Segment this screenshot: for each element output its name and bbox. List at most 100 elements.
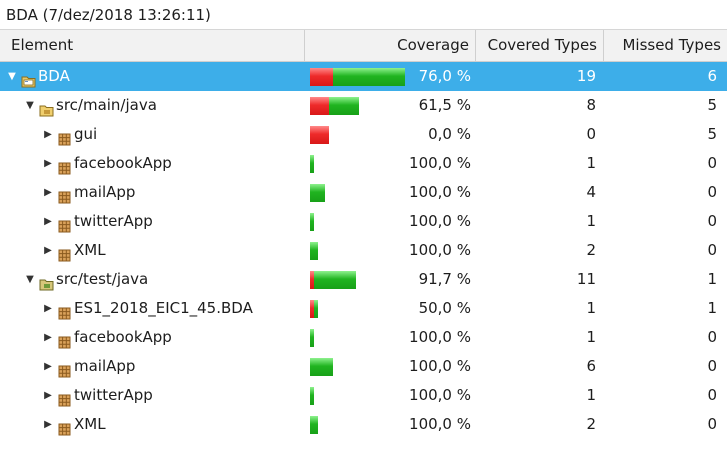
column-header-coverage[interactable]: Coverage [305,30,476,61]
expand-arrow-down-icon[interactable]: ▼ [7,62,17,91]
coverage-cell: 100,0 % [305,323,476,352]
package-icon [57,359,72,378]
coverage-bar [310,184,325,202]
table-row[interactable]: ▶ mailApp 100,0 % 6 0 [0,352,727,381]
expand-arrow-right-icon[interactable]: ▶ [43,120,53,149]
coverage-cell: 61,5 % [305,91,476,120]
coverage-bar [310,358,333,376]
covered-bar-segment [310,155,314,173]
element-cell: ▼ src/main/java [0,91,305,120]
covered-bar-segment [314,271,356,289]
covered-bar-segment [310,387,314,405]
package-icon [57,243,72,262]
table-row[interactable]: ▶ twitterApp 100,0 % 1 0 [0,207,727,236]
covered-types-cell: 1 [586,299,596,317]
table-row[interactable]: ▶ twitterApp 100,0 % 1 0 [0,381,727,410]
element-cell: ▶ mailApp [0,178,305,207]
package-icon [57,185,72,204]
covered-types-cell: 1 [586,386,596,404]
covered-bar-segment [333,68,405,86]
element-cell: ▶ mailApp [0,352,305,381]
coverage-percent: 100,0 % [409,386,471,404]
covered-bar-segment [314,300,318,318]
expand-arrow-right-icon[interactable]: ▶ [43,352,53,381]
missed-types-cell: 0 [707,357,717,375]
expand-arrow-right-icon[interactable]: ▶ [43,149,53,178]
expand-arrow-down-icon[interactable]: ▼ [25,91,35,120]
expand-arrow-right-icon[interactable]: ▶ [43,323,53,352]
coverage-bar [310,126,329,144]
covered-types-cell: 19 [576,67,596,85]
column-header-missed-types[interactable]: Missed Types [604,30,727,61]
coverage-percent: 100,0 % [409,357,471,375]
expand-arrow-right-icon[interactable]: ▶ [43,381,53,410]
element-name: mailApp [74,357,136,375]
coverage-percent: 100,0 % [409,212,471,230]
missed-types-cell: 5 [707,125,717,143]
coverage-cell: 100,0 % [305,236,476,265]
coverage-percent: 76,0 % [418,67,471,85]
coverage-bar [310,242,318,260]
source-folder-icon [39,98,54,117]
coverage-percent: 91,7 % [418,270,471,288]
missed-types-cell: 0 [707,183,717,201]
coverage-cell: 100,0 % [305,410,476,439]
element-cell: ▶ twitterApp [0,381,305,410]
covered-bar-segment [329,97,359,115]
missed-types-cell: 1 [707,270,717,288]
element-name: twitterApp [74,212,153,230]
coverage-cell: 76,0 % [305,62,476,91]
table-header: Element Coverage Covered Types Missed Ty… [0,30,727,62]
coverage-percent: 100,0 % [409,328,471,346]
coverage-cell: 100,0 % [305,149,476,178]
missed-bar-segment [310,126,329,144]
table-row[interactable]: ▶ mailApp 100,0 % 4 0 [0,178,727,207]
coverage-bar [310,155,314,173]
expand-arrow-right-icon[interactable]: ▶ [43,236,53,265]
coverage-bar [310,387,314,405]
coverage-percent: 61,5 % [418,96,471,114]
covered-bar-segment [310,358,333,376]
element-name: twitterApp [74,386,153,404]
column-header-covered-types[interactable]: Covered Types [476,30,604,61]
expand-arrow-right-icon[interactable]: ▶ [43,410,53,439]
element-cell: ▶ gui [0,120,305,149]
column-header-element[interactable]: Element [0,30,305,61]
coverage-percent: 100,0 % [409,241,471,259]
element-cell: ▶ facebookApp [0,323,305,352]
missed-types-cell: 0 [707,386,717,404]
coverage-bar [310,416,318,434]
coverage-bar [310,213,314,231]
table-row[interactable]: ▶ ES1_2018_EIC1_45.BDA 50,0 % 1 1 [0,294,727,323]
table-row[interactable]: ▶ facebookApp 100,0 % 1 0 [0,323,727,352]
covered-types-cell: 2 [586,241,596,259]
test-source-folder-icon [39,272,54,291]
coverage-bar [310,68,405,86]
table-row[interactable]: ▶ XML 100,0 % 2 0 [0,236,727,265]
missed-bar-segment [310,68,333,86]
table-row[interactable]: ▶ XML 100,0 % 2 0 [0,410,727,439]
table-row[interactable]: ▼ src/test/java 91,7 % 11 1 [0,265,727,294]
coverage-bar [310,329,314,347]
table-row[interactable]: ▼ src/main/java 61,5 % 8 5 [0,91,727,120]
element-cell: ▶ ES1_2018_EIC1_45.BDA [0,294,305,323]
element-name: gui [74,125,98,143]
table-row[interactable]: ▶ gui 0,0 % 0 5 [0,120,727,149]
missed-types-cell: 1 [707,299,717,317]
element-cell: ▶ XML [0,410,305,439]
coverage-tree-table[interactable]: Element Coverage Covered Types Missed Ty… [0,30,727,439]
expand-arrow-down-icon[interactable]: ▼ [25,265,35,294]
covered-bar-segment [310,242,318,260]
coverage-cell: 100,0 % [305,381,476,410]
table-row[interactable]: ▼ BDA 76,0 % 19 6 [0,62,727,91]
expand-arrow-right-icon[interactable]: ▶ [43,294,53,323]
coverage-percent: 100,0 % [409,415,471,433]
missed-types-cell: 0 [707,154,717,172]
expand-arrow-right-icon[interactable]: ▶ [43,207,53,236]
expand-arrow-right-icon[interactable]: ▶ [43,178,53,207]
coverage-bar [310,300,318,318]
element-name: mailApp [74,183,136,201]
package-icon [57,214,72,233]
covered-bar-segment [310,213,314,231]
table-row[interactable]: ▶ facebookApp 100,0 % 1 0 [0,149,727,178]
